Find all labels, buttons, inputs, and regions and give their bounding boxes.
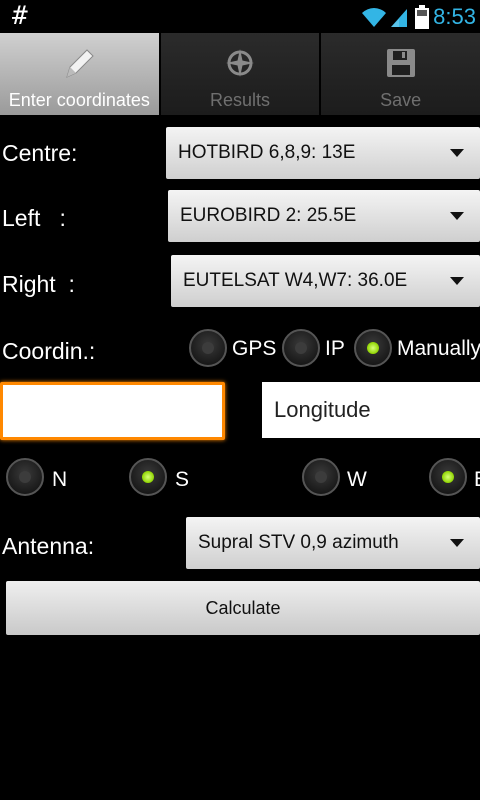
- pencil-icon: [66, 49, 95, 78]
- manually-radio[interactable]: [354, 329, 392, 367]
- dropdown-arrow-icon: [450, 539, 464, 547]
- longitude-input[interactable]: Longitude: [262, 382, 480, 438]
- clock: 8:53: [433, 4, 476, 29]
- east-radio[interactable]: [429, 458, 467, 496]
- antenna-label: Antenna:: [2, 533, 95, 559]
- radio-dot: [442, 471, 454, 483]
- dropdown-arrow-icon: [450, 149, 464, 157]
- radio-dot: [315, 471, 327, 483]
- gps-radio-label: GPS: [232, 337, 277, 360]
- tab-bar: Enter coordinates Results Save: [0, 33, 480, 115]
- signal-icon: [391, 9, 408, 27]
- tab-results[interactable]: Results: [160, 33, 322, 115]
- west-radio[interactable]: [302, 458, 340, 496]
- south-radio-label: S: [175, 468, 190, 491]
- battery-icon: [415, 5, 430, 29]
- tab-enter-coordinates[interactable]: Enter coordinates: [0, 33, 161, 115]
- tab-label: Enter coordinates: [8, 90, 150, 110]
- north-radio-label: N: [52, 468, 68, 491]
- left-label: Left :: [2, 205, 66, 231]
- radio-dot: [202, 342, 214, 354]
- radio-dot: [367, 342, 379, 354]
- ip-radio[interactable]: [282, 329, 320, 367]
- radio-dot: [19, 471, 31, 483]
- coordin-label: Coordin.:: [2, 338, 96, 364]
- right-spinner[interactable]: EUTELSAT W4,W7: 36.0E: [171, 255, 480, 307]
- calculate-button[interactable]: Calculate: [6, 581, 480, 635]
- compass-icon: [226, 49, 254, 77]
- notification-hash-icon: #: [12, 1, 28, 31]
- longitude-input-placeholder: Longitude: [274, 397, 371, 422]
- calculate-button-label: Calculate: [205, 598, 281, 618]
- centre-spinner[interactable]: HOTBIRD 6,8,9: 13E: [166, 127, 480, 179]
- dropdown-arrow-icon: [450, 212, 464, 220]
- left-spinner-value: EUROBIRD 2: 25.5E: [180, 205, 357, 226]
- dropdown-arrow-icon: [450, 277, 464, 285]
- tab-save[interactable]: Save: [321, 33, 480, 115]
- left-spinner[interactable]: EUROBIRD 2: 25.5E: [168, 190, 480, 242]
- radio-dot: [295, 342, 307, 354]
- floppy-disk-icon: [386, 49, 415, 77]
- wifi-icon: [362, 8, 387, 27]
- status-bar: # 8:53: [0, 0, 480, 33]
- app-screen: # 8:53 Enter coordinates Results Save Ce…: [0, 0, 480, 800]
- antenna-spinner-value: Supral STV 0,9 azimuth: [198, 532, 399, 553]
- right-spinner-value: EUTELSAT W4,W7: 36.0E: [183, 270, 408, 291]
- right-label: Right :: [2, 271, 75, 297]
- form-area: Centre: HOTBIRD 6,8,9: 13E Left : EUROBI…: [0, 115, 480, 800]
- gps-radio[interactable]: [189, 329, 227, 367]
- north-radio[interactable]: [6, 458, 44, 496]
- latitude-input[interactable]: [0, 382, 225, 440]
- centre-spinner-value: HOTBIRD 6,8,9: 13E: [178, 142, 356, 163]
- south-radio[interactable]: [129, 458, 167, 496]
- west-radio-label: W: [347, 468, 367, 491]
- tab-label: Save: [380, 90, 422, 110]
- status-icons: 8:53: [361, 3, 476, 31]
- radio-dot: [142, 471, 154, 483]
- antenna-spinner[interactable]: Supral STV 0,9 azimuth: [186, 517, 480, 569]
- centre-label: Centre:: [2, 140, 78, 166]
- east-radio-label: E: [474, 468, 480, 492]
- ip-radio-label: IP: [325, 337, 345, 360]
- manually-radio-label: Manually: [397, 337, 480, 360]
- tab-label: Results: [209, 90, 271, 110]
